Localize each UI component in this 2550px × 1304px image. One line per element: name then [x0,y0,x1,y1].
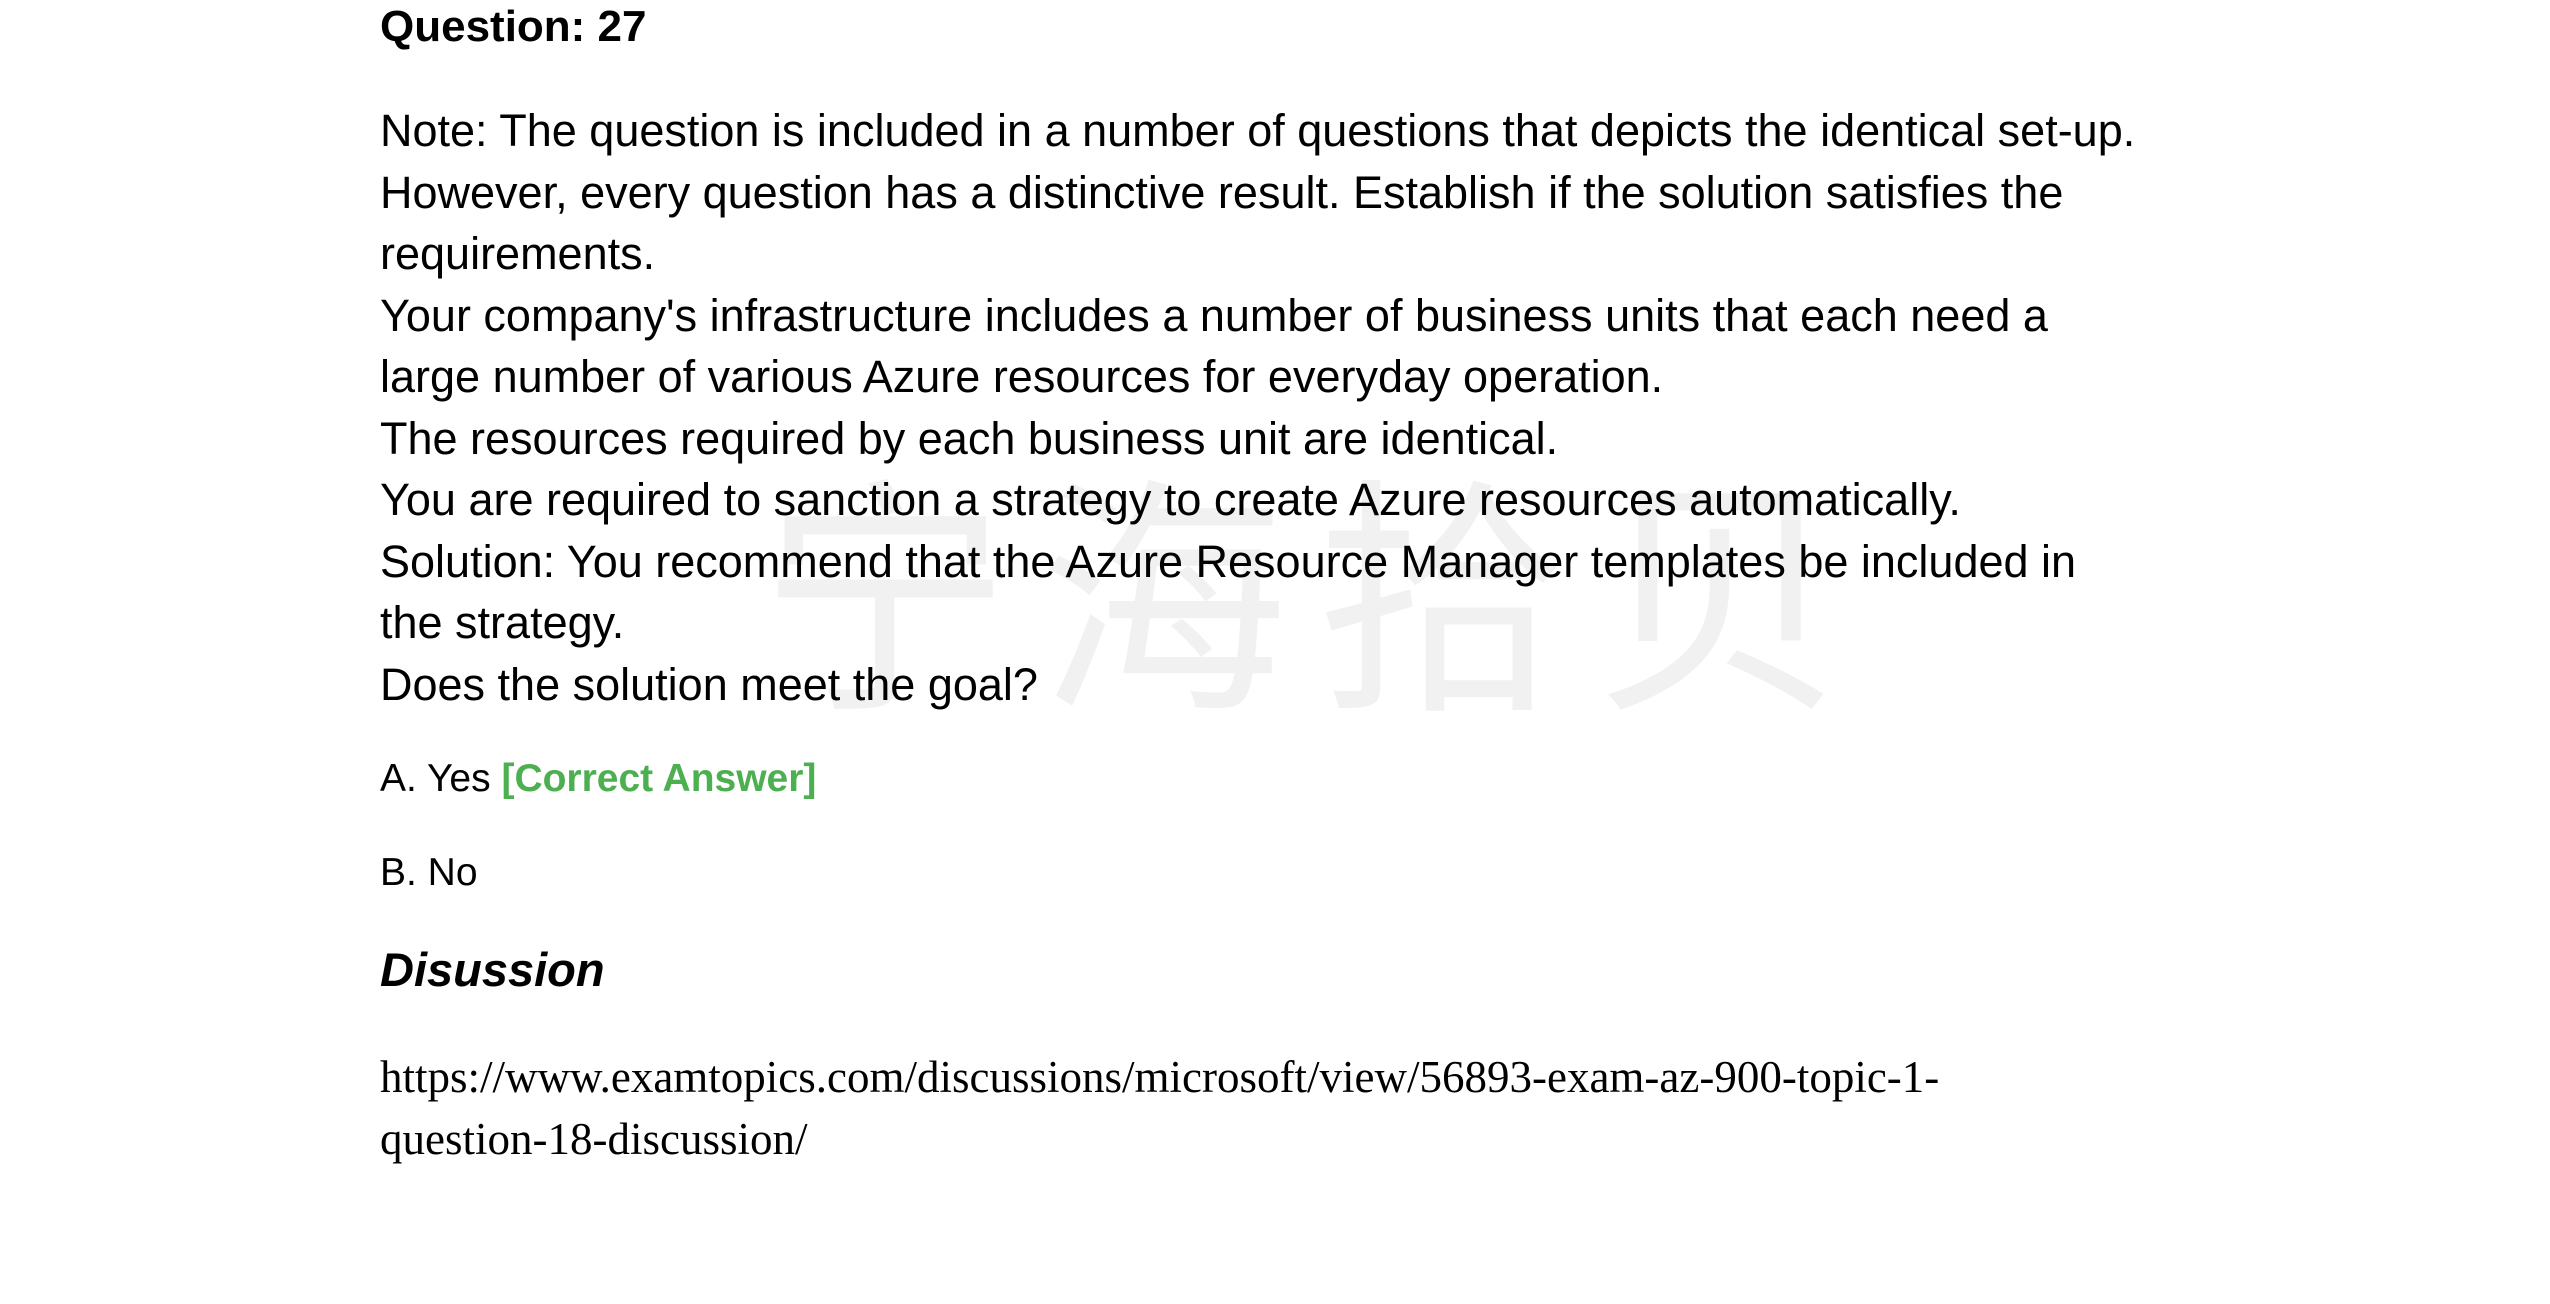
option-b: B. No [380,848,478,898]
question-line: You are required to sanction a strategy … [380,474,1961,525]
option-a: A. Yes [Correct Answer] [380,754,816,804]
option-b-label: B. No [380,851,478,894]
discussion-link-line: question-18-discussion/ [380,1114,808,1164]
document-page: 宁海拾贝 Question: 27 Note: The question is … [0,0,2550,1304]
discussion-link[interactable]: https://www.examtopics.com/discussions/m… [380,1046,1939,1170]
discussion-heading: Disussion [380,943,605,996]
question-line: Note: The question is included in a numb… [380,105,2136,156]
question-line: Solution: You recommend that the Azure R… [380,535,2077,587]
question-line: the strategy. [380,597,625,648]
question-line: Does the solution meet the goal? [380,658,1038,710]
question-line: The resources required by each business … [380,412,1559,464]
option-a-label: A. Yes [380,757,491,800]
discussion-link-line: https://www.examtopics.com/discussions/m… [380,1052,1940,1102]
question-line: However, every question has a distinctiv… [380,166,2064,218]
question-line: large number of various Azure resources … [380,351,1664,402]
question-line: Your company's infrastructure includes a… [380,289,2048,341]
question-title: Question: 27 [380,2,647,51]
question-body: Note: The question is included in a numb… [380,100,2220,715]
question-line: requirements. [380,228,656,279]
correct-answer-tag: [Correct Answer] [501,757,817,800]
